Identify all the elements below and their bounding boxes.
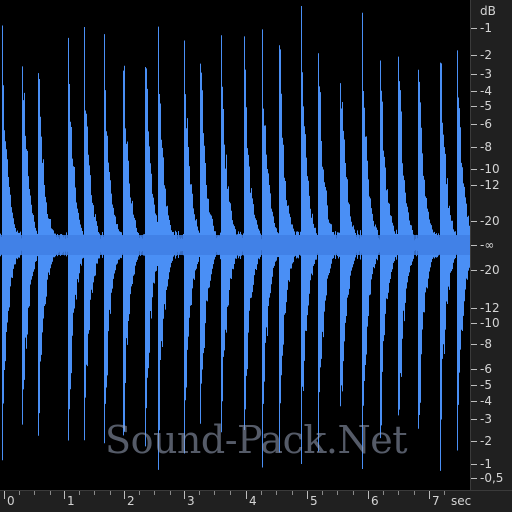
- db-scale-label: -5: [480, 378, 492, 392]
- db-scale-label: -8: [480, 337, 492, 351]
- db-scale-tick: [471, 308, 477, 309]
- db-scale-label: -3: [480, 412, 492, 426]
- db-scale-tick: [471, 55, 477, 56]
- db-scale-label: -5: [480, 99, 492, 113]
- db-scale-label: -1: [480, 21, 492, 35]
- time-ruler-minor-tick: [94, 491, 95, 495]
- time-ruler-tick: [429, 491, 430, 499]
- time-ruler-tick: [124, 491, 125, 499]
- time-ruler-label: 4: [249, 494, 257, 508]
- time-ruler-minor-tick: [337, 491, 338, 495]
- time-ruler-tick: [184, 491, 185, 499]
- db-scale-label: -8: [480, 140, 492, 154]
- waveform-center-band: [0, 235, 470, 255]
- time-ruler-tick: [368, 491, 369, 499]
- time-ruler-minor-tick: [199, 491, 200, 495]
- db-scale-label: -20: [480, 263, 500, 277]
- db-scale-tick: [471, 419, 477, 420]
- db-scale-tick: [471, 323, 477, 324]
- db-scale-label: -2: [480, 48, 492, 62]
- time-ruler-tick: [64, 491, 65, 499]
- db-scale-label: -0,5: [480, 471, 504, 485]
- time-ruler-minor-tick: [444, 491, 445, 495]
- time-ruler-minor-tick: [414, 491, 415, 495]
- db-scale-tick: [471, 344, 477, 345]
- waveform-display[interactable]: [0, 0, 470, 490]
- db-scale-label: -2: [480, 434, 492, 448]
- time-ruler-tick: [246, 491, 247, 499]
- db-scale-tick: [471, 147, 477, 148]
- time-ruler-label: 7: [432, 494, 440, 508]
- db-scale-tick: [471, 369, 477, 370]
- time-ruler-label: 1: [67, 494, 75, 508]
- db-scale-tick: [471, 91, 477, 92]
- time-ruler-minor-tick: [353, 491, 354, 495]
- time-ruler-minor-tick: [79, 491, 80, 495]
- db-scale-title: dB: [480, 4, 496, 18]
- db-scale-tick: [471, 28, 477, 29]
- time-ruler-minor-tick: [170, 491, 171, 495]
- db-scale-tick: [471, 478, 477, 479]
- db-scale-tick: [471, 169, 477, 170]
- time-ruler-minor-tick: [154, 491, 155, 495]
- db-scale-tick: [471, 106, 477, 107]
- time-ruler-minor-tick: [110, 491, 111, 495]
- db-scale-tick: [471, 270, 477, 271]
- time-ruler-minor-tick: [214, 491, 215, 495]
- db-scale-tick: [471, 441, 477, 442]
- db-scale-label: -20: [480, 214, 500, 228]
- db-scale-label: -12: [480, 301, 500, 315]
- time-ruler-minor-tick: [276, 491, 277, 495]
- db-scale-tick: [471, 401, 477, 402]
- time-ruler-minor-tick: [50, 491, 51, 495]
- time-ruler-label: 2: [127, 494, 135, 508]
- time-ruler-minor-tick: [139, 491, 140, 495]
- db-scale-tick: [471, 221, 477, 222]
- db-scale-label: -3: [480, 67, 492, 81]
- time-ruler-minor-tick: [398, 491, 399, 495]
- audio-editor-window: dB -1 -2 -3 -4 -5 -6 -8 -10 -12 -20 -∞ -20 -12 -10 -8-…: [0, 0, 512, 512]
- time-ruler-minor-tick: [322, 491, 323, 495]
- time-ruler-minor-tick: [292, 491, 293, 495]
- db-scale-tick: [471, 464, 477, 465]
- time-ruler-label: 5: [310, 494, 318, 508]
- db-scale-label: -6: [480, 117, 492, 131]
- db-scale-label: -1: [480, 457, 492, 471]
- db-scale-ruler: dB -1 -2 -3 -4 -5 -6 -8 -10 -12 -20 -∞ -20 -12 -10 -8-…: [470, 0, 512, 490]
- db-scale-label: -10: [480, 316, 500, 330]
- db-scale-label: -10: [480, 162, 500, 176]
- time-ruler-minor-tick: [34, 491, 35, 495]
- db-scale-label: -∞: [480, 238, 495, 252]
- db-scale-label: -12: [480, 178, 500, 192]
- time-unit-label: sec: [451, 494, 472, 508]
- time-ruler[interactable]: sec 0 1 2 3 4 5 6 7: [0, 490, 512, 512]
- db-scale-tick: [471, 185, 477, 186]
- time-ruler-minor-tick: [261, 491, 262, 495]
- time-ruler-label: 6: [371, 494, 379, 508]
- db-scale-tick: [471, 124, 477, 125]
- waveform-graphic[interactable]: [0, 0, 470, 490]
- db-scale-tick: [471, 74, 477, 75]
- time-ruler-tick: [4, 491, 5, 499]
- db-scale-label: -4: [480, 394, 492, 408]
- time-ruler-tick: [307, 491, 308, 499]
- db-scale-tick: [471, 385, 477, 386]
- db-scale-tick: [471, 245, 477, 246]
- db-scale-label: -4: [480, 84, 492, 98]
- time-ruler-minor-tick: [19, 491, 20, 495]
- db-scale-label: -6: [480, 362, 492, 376]
- time-ruler-minor-tick: [383, 491, 384, 495]
- time-ruler-label: 3: [187, 494, 195, 508]
- time-ruler-minor-tick: [230, 491, 231, 495]
- time-ruler-label: 0: [7, 494, 15, 508]
